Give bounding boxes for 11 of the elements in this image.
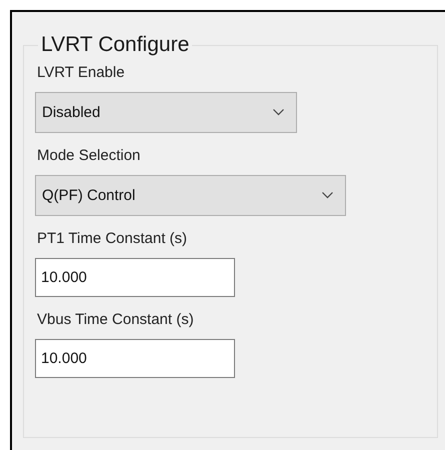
dropdown[interactable]: Disabled xyxy=(35,92,297,133)
chevron-down-icon xyxy=(273,109,284,116)
field-label: Mode Selection xyxy=(37,147,142,165)
chevron-down-icon xyxy=(322,192,333,199)
field-label: Vbus Time Constant (s) xyxy=(37,311,195,329)
input-field[interactable]: 10.000 xyxy=(35,339,235,378)
field-label: PT1 Time Constant (s) xyxy=(37,230,188,248)
input-field[interactable]: 10.000 xyxy=(35,258,235,297)
dropdown[interactable]: Q(PF) Control xyxy=(35,175,346,216)
field-label: LVRT Enable xyxy=(37,64,126,82)
group-title: LVRT Configure xyxy=(40,34,190,56)
